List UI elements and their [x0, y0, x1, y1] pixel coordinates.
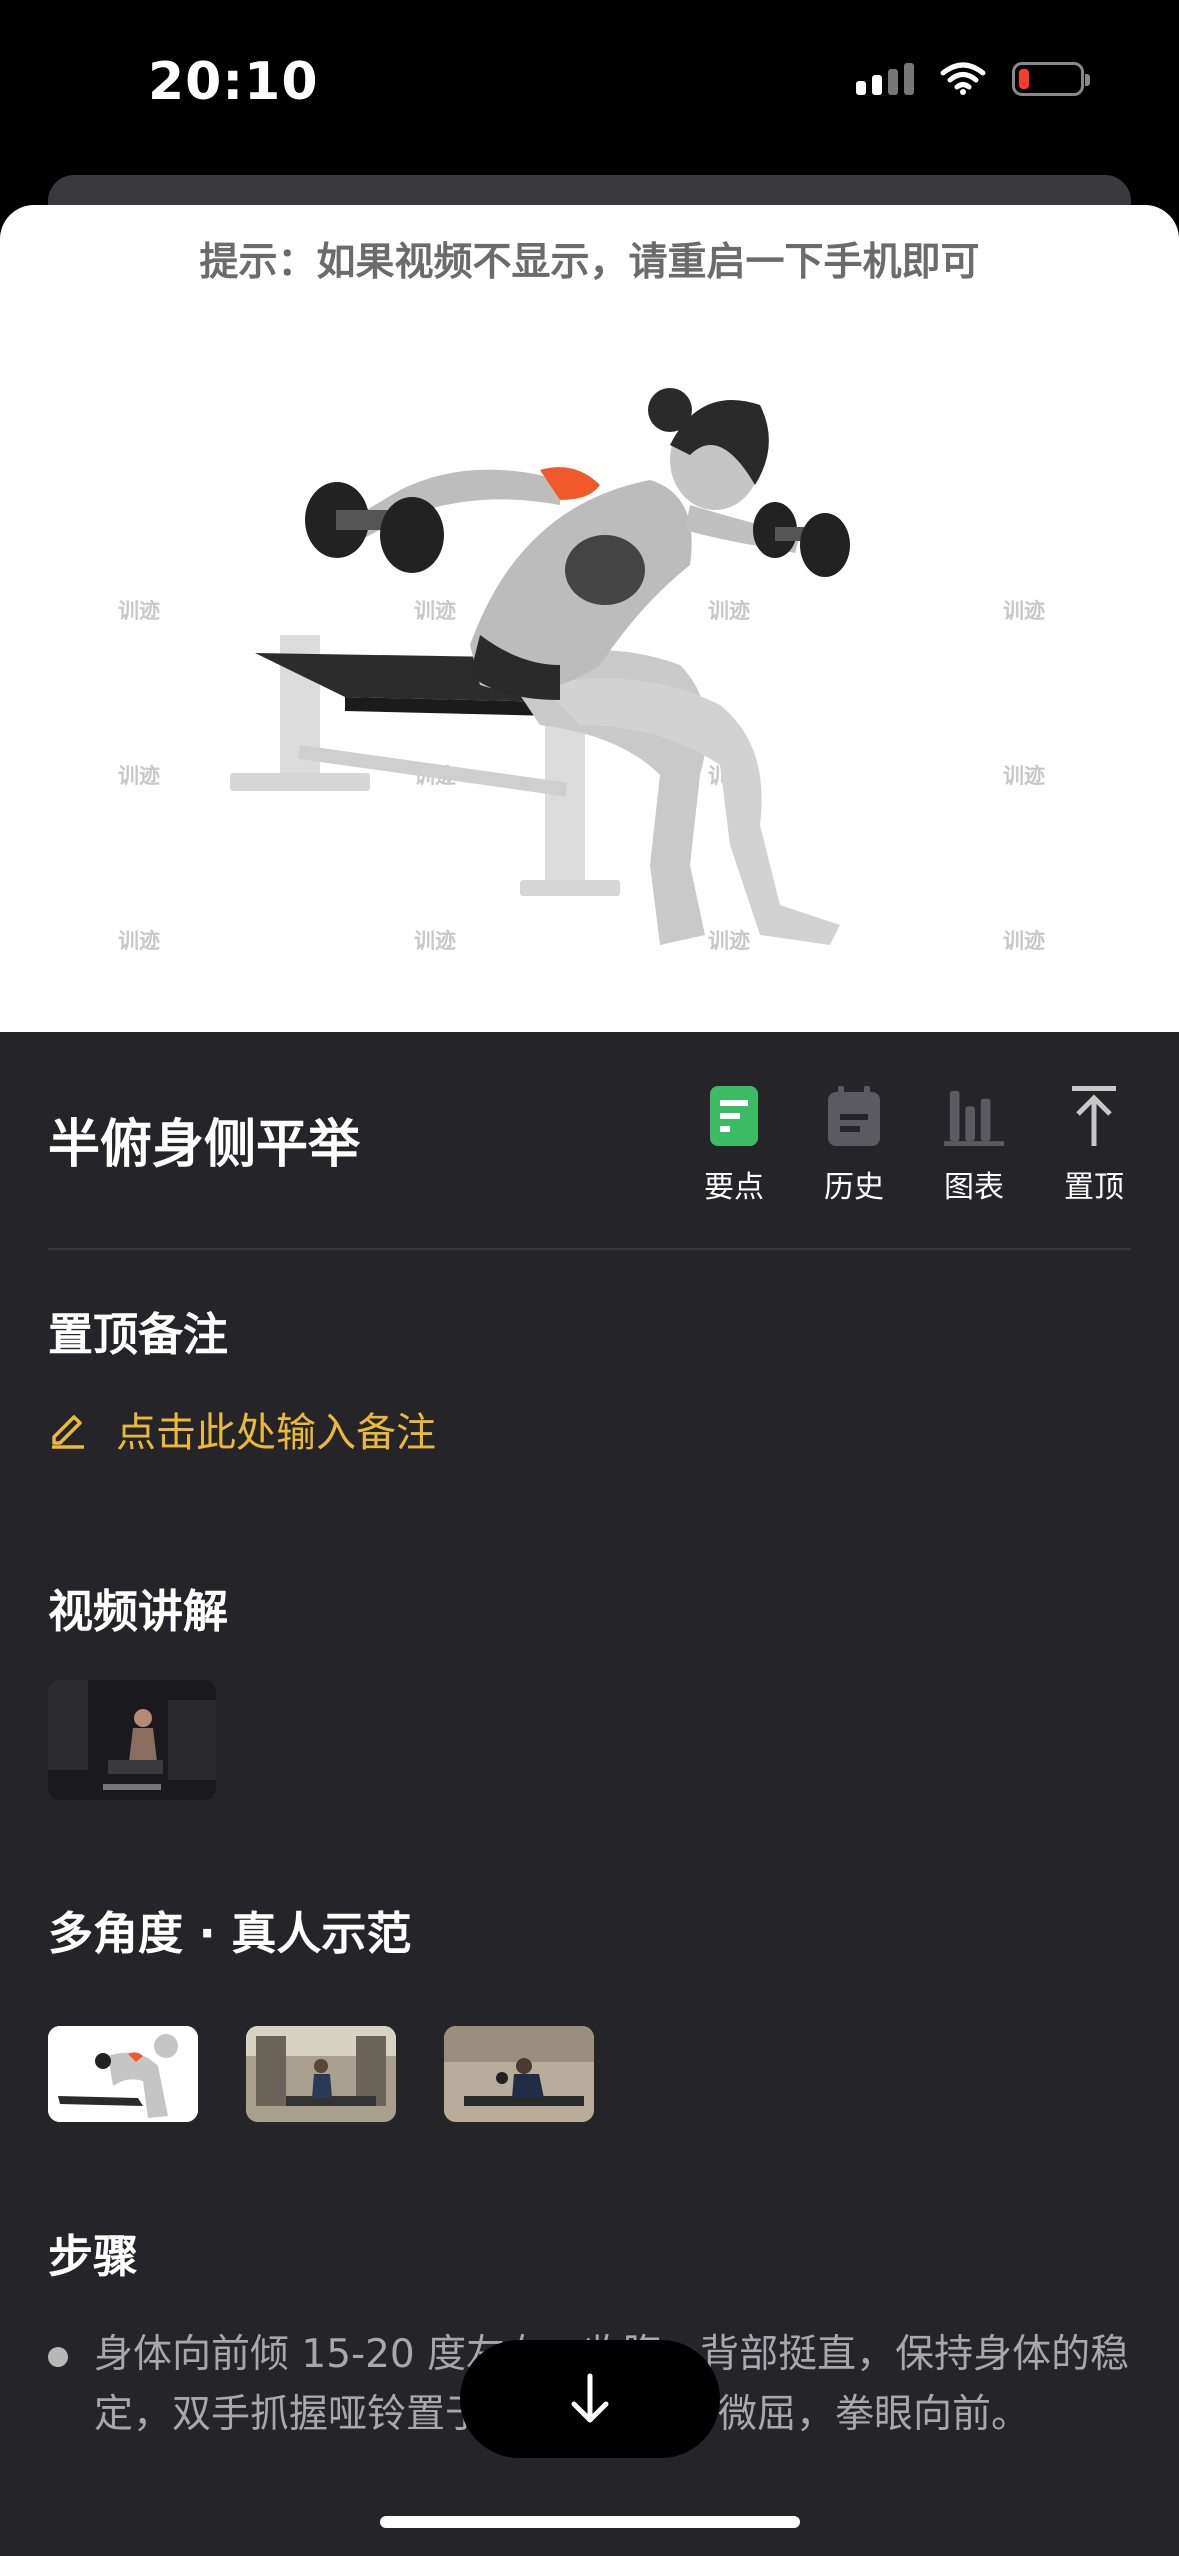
- demo-thumbnail-3[interactable]: [444, 2026, 594, 2122]
- tab-chart[interactable]: 图表: [924, 1082, 1024, 1206]
- tab-key-points-label: 要点: [704, 1170, 764, 1205]
- tab-chart-label: 图表: [944, 1170, 1004, 1205]
- pinned-note-title: 置顶备注: [48, 1308, 229, 1361]
- exercise-animation[interactable]: 训迹 训迹 训迹 训迹 训迹 训迹 训迹 训迹 训迹 训迹 训迹 训迹 训迹 训…: [0, 305, 1179, 1118]
- demo-thumbnail-image: [246, 2026, 396, 2122]
- video-hint: 提示：如果视频不显示，请重启一下手机即可: [199, 240, 980, 285]
- battery-icon: [1012, 62, 1090, 96]
- tab-pin-top[interactable]: 置顶: [1044, 1082, 1144, 1206]
- demo-thumbnail-image: [444, 2026, 594, 2122]
- video-thumbnail[interactable]: [48, 1680, 216, 1800]
- wifi-icon: [940, 62, 986, 95]
- tab-history[interactable]: 历史: [804, 1082, 904, 1206]
- status-time: 20:10: [148, 52, 319, 112]
- bullet-icon: [48, 2347, 68, 2367]
- arrow-down-icon: [571, 2373, 609, 2423]
- demo-thumbnail-1[interactable]: [48, 2026, 198, 2122]
- cellular-signal-icon: [856, 63, 914, 95]
- demo-thumbnail-image: [48, 2026, 198, 2122]
- add-note-button[interactable]: 点击此处输入备注: [48, 1400, 436, 1458]
- scroll-down-button[interactable]: [460, 2340, 720, 2458]
- tab-pin-top-label: 置顶: [1064, 1170, 1124, 1205]
- video-section-title: 视频讲解: [48, 1585, 229, 1638]
- doc-list-icon: [704, 1082, 764, 1150]
- demo-thumbnail-2[interactable]: [246, 2026, 396, 2122]
- exercise-illustration: [230, 388, 850, 945]
- calendar-icon: [824, 1082, 884, 1150]
- multi-angle-title: 多角度 · 真人示范: [48, 1907, 412, 1960]
- video-thumbnail-image: [48, 1680, 216, 1800]
- tab-key-points[interactable]: 要点: [684, 1082, 784, 1206]
- bar-chart-icon: [944, 1082, 1004, 1150]
- steps-title: 步骤: [48, 2230, 139, 2283]
- pencil-icon: [52, 1415, 84, 1449]
- status-bar: 20:10: [0, 0, 1179, 170]
- divider: [48, 1248, 1131, 1250]
- add-note-placeholder: 点击此处输入备注: [116, 1410, 436, 1456]
- home-indicator[interactable]: [380, 2516, 800, 2528]
- pin-top-icon: [1064, 1082, 1124, 1150]
- exercise-title: 半俯身侧平举: [48, 1115, 361, 1175]
- tab-history-label: 历史: [824, 1170, 884, 1205]
- status-icons: [856, 62, 1090, 96]
